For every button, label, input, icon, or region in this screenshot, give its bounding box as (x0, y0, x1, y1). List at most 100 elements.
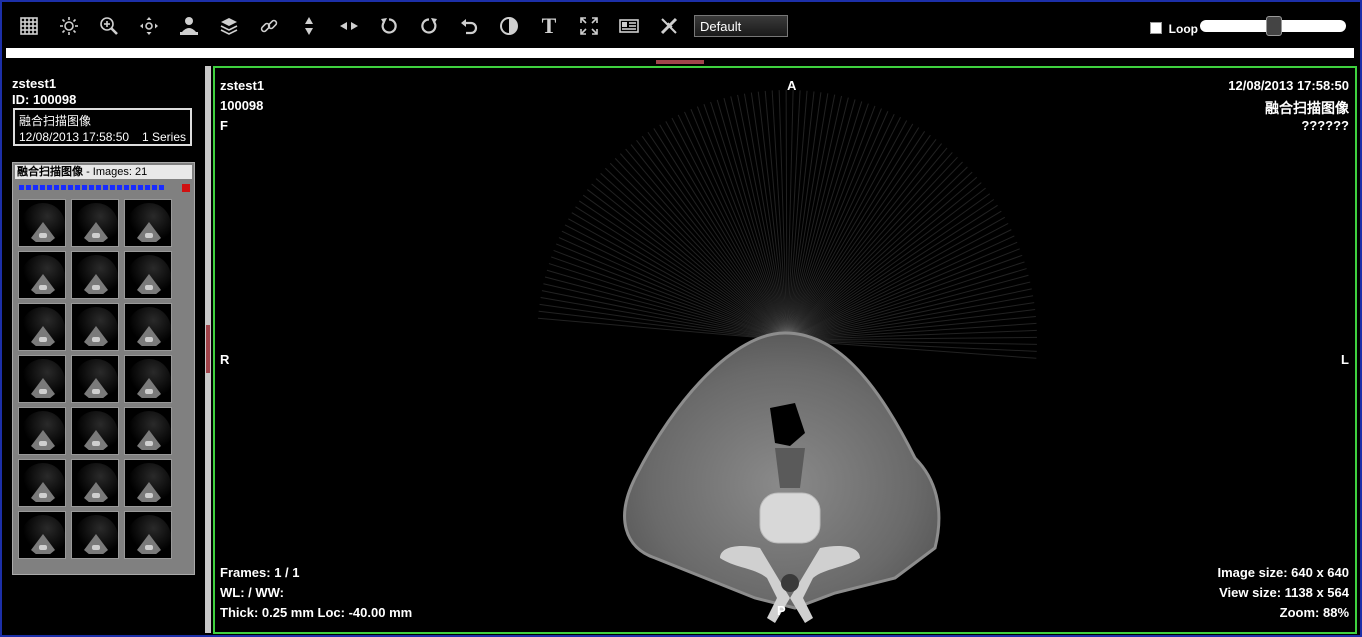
window-level-icon (60, 17, 78, 35)
dicom-tags-button[interactable] (616, 13, 642, 39)
thumbnail-spine (145, 441, 153, 446)
series-thumbnail[interactable] (71, 511, 119, 559)
zoom-icon (100, 17, 118, 35)
overlay-frames: Frames: 1 / 1 (220, 565, 300, 580)
overlay-window-level: WL: / WW: (220, 585, 285, 600)
series-thumbnail[interactable] (124, 407, 172, 455)
artifact-line (786, 152, 953, 341)
thumbnail-spine (39, 285, 47, 290)
series-thumbnail[interactable] (18, 303, 66, 351)
pan-button[interactable] (136, 13, 162, 39)
artifact-line (564, 224, 788, 341)
series-close-icon[interactable] (182, 184, 190, 192)
cine-speed-slider-thumb[interactable] (1266, 16, 1282, 36)
series-thumbnail[interactable] (71, 251, 119, 299)
rotate-left-button[interactable] (376, 13, 402, 39)
study-item[interactable]: 融合扫描图像 12/08/2013 17:58:50 1 Series (13, 108, 192, 146)
overlay-orientation-extra: F (220, 118, 228, 133)
series-thumbnail[interactable] (71, 355, 119, 403)
zoom-button[interactable] (96, 13, 122, 39)
series-thumbnail[interactable] (71, 303, 119, 351)
overlay-orientation-bottom: P (777, 603, 786, 618)
series-panel: 融合扫描图像 - Images: 21 (12, 162, 195, 575)
artifact-line (630, 144, 788, 341)
overlay-thickness-location: Thick: 0.25 mm Loc: -40.00 mm (220, 605, 413, 620)
thumbnail-spine (92, 389, 100, 394)
toolbar-bottom-bar (6, 48, 1354, 58)
series-thumbnail[interactable] (124, 303, 172, 351)
text-annotation-icon: T (541, 13, 557, 38)
series-header[interactable]: 融合扫描图像 - Images: 21 (15, 165, 192, 179)
thumbnail-spine (39, 493, 47, 498)
overlay-patient-id: 100098 (220, 98, 264, 113)
overlay-patient-name: zstest1 (220, 78, 265, 93)
stack-icon (220, 18, 238, 35)
window-level-button[interactable] (56, 13, 82, 39)
thumbnail-spine (145, 389, 153, 394)
series-thumbnail[interactable] (71, 407, 119, 455)
series-thumbnail[interactable] (124, 459, 172, 507)
localizer-icon (180, 17, 198, 35)
vertebral-body (759, 492, 821, 544)
link-button[interactable] (256, 13, 282, 39)
patient-id: ID: 100098 (12, 92, 77, 107)
flip-horizontal-button[interactable] (336, 13, 362, 39)
series-thumbnail[interactable] (71, 459, 119, 507)
patient-name: zstest1 (12, 76, 57, 91)
thumbnail-spine (92, 233, 100, 238)
flip-vertical-icon (305, 17, 313, 35)
series-thumbnail[interactable] (124, 251, 172, 299)
link-icon (260, 19, 278, 33)
series-thumbnail[interactable] (124, 199, 172, 247)
overlay-description: 融合扫描图像 (1265, 100, 1349, 116)
series-thumbnail[interactable] (18, 199, 66, 247)
left-panel-splitter-handle[interactable] (206, 325, 210, 373)
overlay-unknown-text: ?????? (1301, 118, 1349, 133)
thumbnail-spine (39, 233, 47, 238)
invert-icon (500, 17, 518, 35)
thumbnail-spine (145, 545, 153, 550)
image-viewport[interactable]: zstest1 100098 F A R L P 12/08/2013 17:5… (213, 66, 1357, 634)
series-image-count: - Images: 21 (86, 166, 148, 178)
thumbnail-spine (92, 285, 100, 290)
series-thumbnail[interactable] (18, 511, 66, 559)
study-panel: zstest1 ID: 100098 融合扫描图像 12/08/2013 17:… (6, 66, 205, 633)
invert-button[interactable] (496, 13, 522, 39)
series-thumbnail[interactable] (18, 407, 66, 455)
localizer-button[interactable] (176, 13, 202, 39)
overlay-orientation-top: A (787, 78, 797, 93)
rotate-left-icon (381, 18, 397, 34)
scan-artifact-lines (537, 89, 1037, 359)
series-thumbnail[interactable] (124, 511, 172, 559)
text-annotation-button[interactable]: T (536, 13, 562, 39)
overlay-image-size: Image size: 640 x 640 (1217, 565, 1349, 580)
toolbar-splitter-handle[interactable] (656, 60, 704, 64)
thumbnail-spine (92, 493, 100, 498)
stack-button[interactable] (216, 13, 242, 39)
spinal-canal (781, 574, 799, 592)
artifact-line (786, 268, 1027, 341)
series-thumbnail[interactable] (71, 199, 119, 247)
undo-icon (461, 19, 478, 35)
loop-checkbox[interactable] (1149, 22, 1162, 34)
artifact-line (786, 248, 1020, 341)
layout-grid-button[interactable] (16, 13, 42, 39)
preset-select[interactable]: Default (694, 15, 788, 37)
flip-vertical-button[interactable] (296, 13, 322, 39)
thumbnail-spine (145, 337, 153, 342)
overlay-orientation-right: L (1341, 352, 1349, 367)
study-description: 融合扫描图像 (19, 114, 92, 128)
undo-button[interactable] (456, 13, 482, 39)
study-series-count: 1 Series (141, 130, 186, 144)
series-thumbnail[interactable] (18, 251, 66, 299)
artifact-line (600, 172, 788, 341)
series-thumbnail[interactable] (18, 459, 66, 507)
rotate-right-button[interactable] (416, 13, 442, 39)
series-thumbnail[interactable] (18, 355, 66, 403)
fullscreen-button[interactable] (576, 13, 602, 39)
measure-tools-button[interactable] (656, 13, 682, 39)
dicom-tags-icon (619, 19, 639, 33)
thumbnail-spine (39, 545, 47, 550)
thumbnail-grid (18, 199, 172, 559)
series-thumbnail[interactable] (124, 355, 172, 403)
